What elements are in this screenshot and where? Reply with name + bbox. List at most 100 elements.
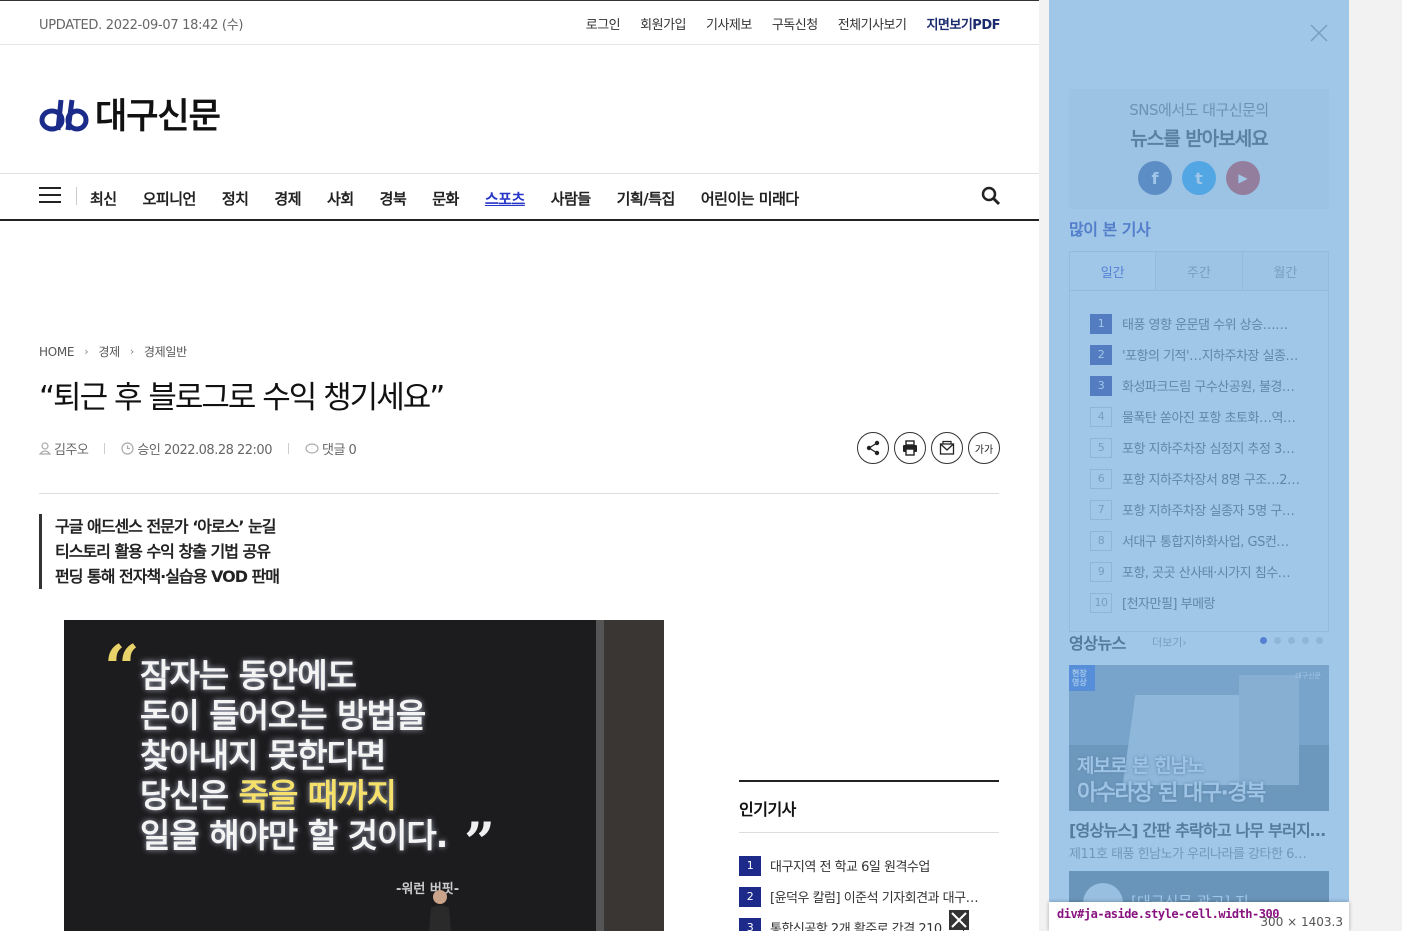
article-link: '포항의 기적'…지하주차장 실종… (1122, 349, 1298, 364)
most-viewed-tabs: 일간 주간 월간 (1069, 251, 1329, 291)
breadcrumb-home[interactable]: HOME (39, 345, 75, 359)
nav-item-society[interactable]: 사회 (327, 188, 354, 209)
list-item[interactable]: 6 포항 지하주차장서 8명 구조…2… (1090, 463, 1328, 494)
nav-item-sports[interactable]: 스포츠 (485, 188, 525, 209)
quote-line: 일을 해야만 할 것이다. (140, 816, 448, 855)
nav-item-latest[interactable]: 최신 (90, 188, 117, 209)
carousel-dot[interactable] (1302, 637, 1309, 644)
rank-badge: 2 (739, 886, 761, 907)
list-item[interactable]: 8 서대구 통합지하화사업, GS컨… (1090, 525, 1328, 556)
news-tip-link[interactable]: 기사제보 (706, 14, 752, 33)
rank-badge: 9 (1090, 561, 1112, 582)
carousel-dot[interactable] (1316, 637, 1323, 644)
share-button[interactable] (857, 432, 889, 464)
main-nav: 최신 오피니언 정치 경제 사회 경북 문화 스포츠 사람들 기획/특집 어린이… (0, 173, 1039, 221)
list-item[interactable]: 2 '포항의 기적'…지하주차장 실종… (1090, 339, 1328, 370)
twitter-icon[interactable]: t (1182, 161, 1216, 195)
share-icon (866, 440, 880, 456)
video-more-link[interactable]: 더보기› (1152, 634, 1187, 650)
list-item[interactable]: 7 포항 지하주차장 실종자 5명 구… (1090, 494, 1328, 525)
list-item[interactable]: 5 포항 지하주차장 심정지 추정 3… (1090, 432, 1328, 463)
facebook-icon[interactable]: f (1138, 161, 1172, 195)
rank-badge: 7 (1090, 499, 1112, 520)
search-icon[interactable] (981, 186, 1001, 206)
subhead-line: 펀딩 통해 전자책·실습용 VOD 판매 (55, 567, 280, 586)
article-photo: “ 잠자는 동안에도 돈이 들어오는 방법을 찾아내지 못한다면 당신은 죽을 … (64, 620, 664, 931)
popular-articles: 인기기사 1 대구지역 전 학교 6일 원격수업 2 [윤덕우 칼럼] 이준석 기자… (739, 780, 999, 931)
nav-item-features[interactable]: 기획/특집 (617, 188, 676, 209)
article-headline: “퇴근 후 블로그로 수익 챙기세요” (39, 380, 445, 416)
breadcrumb: HOME › 경제 › 경제일반 (39, 343, 187, 360)
list-item[interactable]: 2 [윤덕우 칼럼] 이준석 기자회견과 대구… (739, 881, 999, 912)
nav-item-culture[interactable]: 문화 (432, 188, 459, 209)
list-item[interactable]: 3 화성파크드림 구수산공원, 불경… (1090, 370, 1328, 401)
meta-divider (287, 443, 289, 454)
print-button[interactable] (894, 432, 926, 464)
photo-quote: 잠자는 동안에도 돈이 들어오는 방법을 찾아내지 못한다면 당신은 죽을 때까… (140, 656, 448, 856)
quote-highlight: 죽을 때까지 (238, 776, 397, 815)
close-icon[interactable] (1308, 22, 1330, 44)
ad-close-icon[interactable] (949, 910, 969, 930)
devtools-dimensions: 300 × 1403.3 (1260, 915, 1343, 929)
devtools-selector: div#ja-aside.style-cell.width-300 (1057, 907, 1279, 921)
thumb-caption: 제보로 본 힌남노 (1077, 755, 1205, 777)
all-articles-link[interactable]: 전체기사보기 (838, 14, 907, 33)
article-meta: 김주오 승인 2022.08.28 22:00 댓글 0 (39, 439, 357, 458)
breadcrumb-subsection[interactable]: 경제일반 (144, 343, 187, 360)
nav-item-opinion[interactable]: 오피니언 (143, 188, 197, 209)
rank-badge: 1 (1090, 313, 1112, 334)
carousel-dot[interactable] (1288, 637, 1295, 644)
speaker-figure (429, 890, 451, 931)
photo-panel (596, 620, 604, 931)
rank-badge: 3 (1090, 375, 1112, 396)
chevron-right-icon: › (129, 345, 134, 358)
video-news-title: 영상뉴스 (1069, 634, 1126, 653)
print-icon (903, 440, 917, 456)
carousel-dot[interactable] (1260, 637, 1267, 644)
youtube-icon[interactable]: ▶ (1226, 161, 1260, 195)
nav-divider (76, 187, 77, 205)
article-link: 포항 지하주차장 심정지 추정 3… (1122, 442, 1295, 457)
signup-link[interactable]: 회원가입 (640, 14, 686, 33)
video-thumbnail[interactable]: 현장 영상 대구신문 제보로 본 힌남노 아수라장 된 대구·경북 (1069, 665, 1329, 811)
subscribe-link[interactable]: 구독신청 (772, 14, 818, 33)
article-link: 포항 지하주차장서 8명 구조…2… (1122, 473, 1300, 488)
site-logo[interactable]: 대구신문 (39, 88, 221, 139)
rank-badge: 8 (1090, 530, 1112, 551)
rank-badge: 5 (1090, 437, 1112, 458)
breadcrumb-section[interactable]: 경제 (98, 343, 120, 360)
list-item[interactable]: 4 물폭탄 쏟아진 포항 초토화…역… (1090, 401, 1328, 432)
tab-weekly[interactable]: 주간 (1156, 252, 1243, 290)
nav-item-children[interactable]: 어린이는 미래다 (701, 188, 799, 209)
aside-panel: SNS에서도 대구신문의 뉴스를 받아보세요 f t ▶ 많이 본 기사 일간 … (1049, 0, 1349, 931)
subhead-line: 티스토리 활용 수익 창출 기법 공유 (55, 542, 271, 561)
nav-item-gyeongbuk[interactable]: 경북 (380, 188, 407, 209)
list-item[interactable]: 10 [천자만필] 부메랑 (1090, 587, 1328, 618)
sns-icons: f t ▶ (1069, 161, 1329, 195)
tab-daily[interactable]: 일간 (1070, 252, 1157, 290)
nav-item-people[interactable]: 사람들 (551, 188, 591, 209)
hamburger-menu-icon[interactable] (39, 187, 61, 205)
devtools-tooltip: div#ja-aside.style-cell.width-300 300 × … (1049, 902, 1349, 931)
list-item[interactable]: 9 포항, 곳곳 산사태·시가지 침수… (1090, 556, 1328, 587)
article-link: 물폭탄 쏟아진 포항 초토화…역… (1122, 411, 1296, 426)
email-button[interactable] (931, 432, 963, 464)
article-link: [천자만필] 부메랑 (1122, 597, 1216, 612)
comment-info[interactable]: 댓글 0 (305, 439, 357, 458)
rank-badge: 6 (1090, 468, 1112, 489)
font-size-button[interactable]: 가가 (968, 432, 1000, 464)
author-info: 김주오 (39, 439, 89, 458)
tab-monthly[interactable]: 월간 (1242, 252, 1328, 290)
video-headline[interactable]: [영상뉴스] 간판 추락하고 나무 부러지고… (1069, 817, 1329, 841)
list-item[interactable]: 1 태풍 영향 운문댐 수위 상승…… (1090, 308, 1328, 339)
list-item[interactable]: 1 대구지역 전 학교 6일 원격수업 (739, 850, 999, 881)
close-quote-mark: ” (464, 810, 496, 874)
pdf-view-link[interactable]: 지면보기PDF (926, 14, 1000, 33)
carousel-dot[interactable] (1274, 637, 1281, 644)
login-link[interactable]: 로그인 (586, 14, 621, 33)
author-name: 김주오 (54, 443, 89, 458)
nav-item-economy[interactable]: 경제 (274, 188, 301, 209)
comment-icon (305, 442, 319, 454)
nav-item-politics[interactable]: 정치 (222, 188, 249, 209)
quote-line: 잠자는 동안에도 (140, 656, 357, 695)
